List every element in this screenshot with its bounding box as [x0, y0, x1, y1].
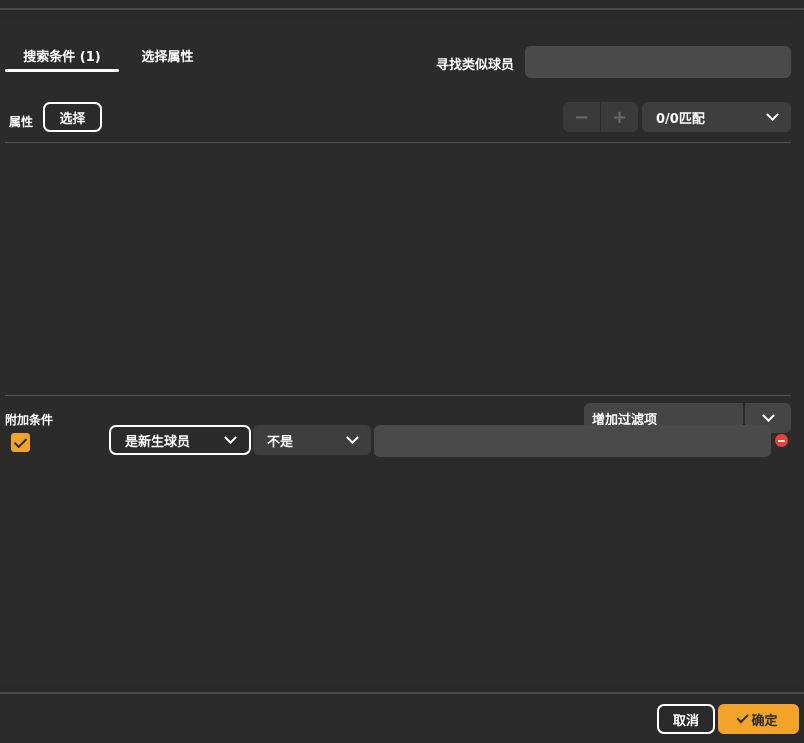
- chevron-down-icon: [761, 408, 775, 422]
- ok-button-label: 确定: [751, 713, 778, 729]
- select-attributes-button[interactable]: 选择: [43, 102, 102, 132]
- remove-circle-icon[interactable]: [775, 434, 788, 447]
- chevron-down-icon: [224, 430, 237, 444]
- tab-search-conditions[interactable]: 搜索条件 (1): [5, 40, 119, 72]
- similar-player-input[interactable]: [525, 46, 791, 78]
- filter-field-value: 是新生球员: [125, 434, 191, 450]
- chevron-down-icon: [766, 107, 779, 121]
- search-panel: 搜索条件 (1) 选择属性 寻找类似球员 属性 选择 − + 0/0匹配 附加条…: [0, 18, 799, 686]
- cancel-button[interactable]: 取消: [657, 704, 715, 734]
- tab-select-attributes[interactable]: 选择属性: [130, 40, 205, 70]
- minus-button[interactable]: −: [563, 102, 600, 132]
- match-value: 0/0匹配: [656, 111, 705, 127]
- similar-player-label: 寻找类似球员: [436, 58, 515, 73]
- chevron-down-icon: [346, 430, 359, 444]
- footer-divider: [0, 692, 804, 694]
- ok-button[interactable]: 确定: [718, 704, 799, 734]
- filter-field-dropdown[interactable]: 是新生球员: [109, 425, 251, 455]
- attributes-label: 属性: [9, 115, 34, 129]
- filter-operator-dropdown[interactable]: 不是: [253, 425, 371, 455]
- divider: [5, 142, 791, 143]
- filter-value-input[interactable]: [374, 425, 771, 457]
- checkmark-icon: [737, 710, 750, 723]
- filter-enabled-checkbox[interactable]: [11, 433, 30, 452]
- attribute-stepper: − +: [563, 102, 638, 132]
- plus-button[interactable]: +: [601, 102, 638, 132]
- top-bar: [0, 0, 804, 10]
- filter-operator-value: 不是: [267, 434, 294, 450]
- match-dropdown[interactable]: 0/0匹配: [642, 102, 791, 132]
- extra-conditions-label: 附加条件: [5, 413, 54, 427]
- divider: [5, 395, 791, 396]
